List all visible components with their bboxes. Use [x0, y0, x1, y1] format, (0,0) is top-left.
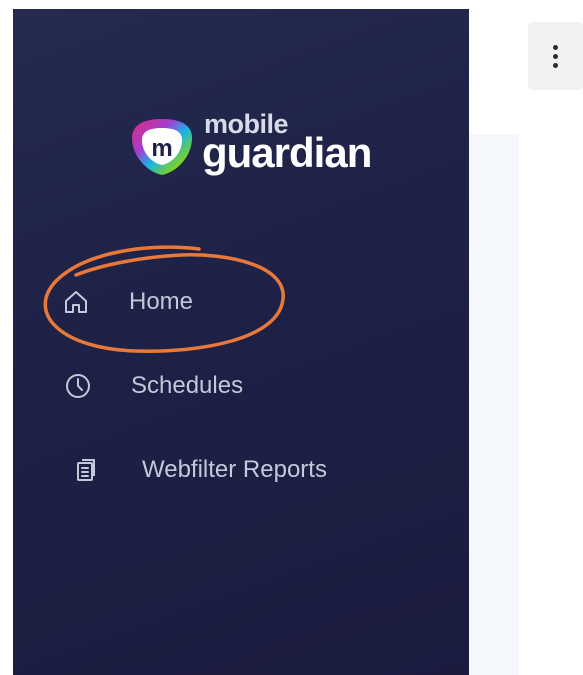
- home-icon: [63, 289, 89, 315]
- report-icon: [73, 457, 99, 483]
- sidebar-item-label: Home: [129, 288, 194, 315]
- more-vertical-icon: [553, 44, 558, 68]
- sidebar-item-schedules[interactable]: Schedules: [65, 372, 243, 400]
- clock-icon: [65, 373, 91, 399]
- sidebar-item-label: Webfilter Reports: [142, 456, 327, 483]
- logo-mark-icon: m: [132, 119, 192, 175]
- mobile-guardian-logo[interactable]: m mobile guardian: [117, 106, 397, 186]
- sidebar-item-webfilter-reports[interactable]: Webfilter Reports: [73, 456, 327, 484]
- content-panel-edge: [469, 134, 519, 675]
- more-options-button[interactable]: [528, 22, 583, 90]
- logo-text-guardian: guardian: [202, 129, 372, 176]
- logo-mark-letter: m: [151, 135, 172, 162]
- sidebar-item-home[interactable]: Home: [63, 288, 193, 316]
- sidebar-item-label: Schedules: [131, 372, 244, 399]
- sidebar: m mobile guardian Home Schedules Webfilt…: [13, 9, 469, 675]
